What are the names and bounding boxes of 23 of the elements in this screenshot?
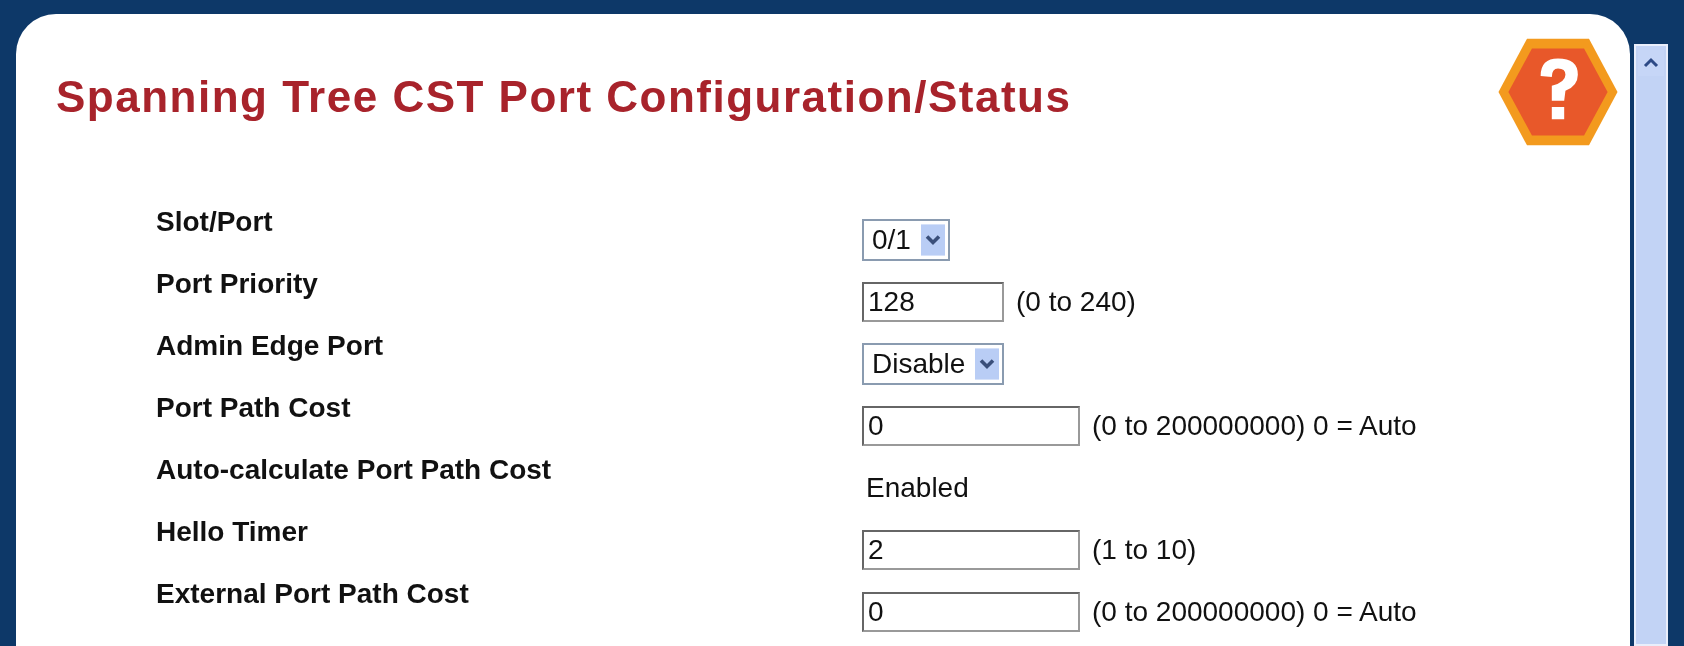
dropdown[interactable]: 0/1 bbox=[862, 219, 950, 261]
input-field[interactable]: 128 bbox=[862, 282, 1004, 322]
input-field[interactable]: 0 bbox=[862, 592, 1080, 632]
field-label: Slot/Port bbox=[156, 205, 274, 238]
dropdown[interactable]: Disable bbox=[862, 343, 1005, 385]
field-label: Port Path Cost bbox=[156, 391, 352, 424]
scrollbar[interactable] bbox=[1634, 44, 1668, 646]
chevron-down-icon bbox=[975, 348, 1000, 380]
field-label: Port Priority bbox=[156, 267, 319, 300]
input-field[interactable]: 2 bbox=[862, 530, 1080, 570]
range-hint: (0 to 240) bbox=[1016, 286, 1136, 318]
field-label: Hello Timer bbox=[156, 515, 309, 548]
help-icon[interactable] bbox=[1496, 36, 1620, 148]
field-label: Auto-calculate Port Path Cost bbox=[156, 453, 553, 486]
range-hint: (1 to 10) bbox=[1092, 534, 1197, 566]
page-title: Spanning Tree CST Port Configuration/Status bbox=[56, 72, 1072, 122]
input-field[interactable]: 0 bbox=[862, 406, 1080, 446]
field-label: Admin Edge Port bbox=[156, 329, 385, 362]
chevron-down-icon bbox=[920, 224, 945, 256]
range-hint: (0 to 200000000) 0 = Auto bbox=[1092, 596, 1417, 628]
range-hint: (0 to 200000000) 0 = Auto bbox=[1092, 410, 1417, 442]
field-label: External Port Path Cost bbox=[156, 577, 470, 610]
field-value: Enabled bbox=[865, 472, 969, 504]
